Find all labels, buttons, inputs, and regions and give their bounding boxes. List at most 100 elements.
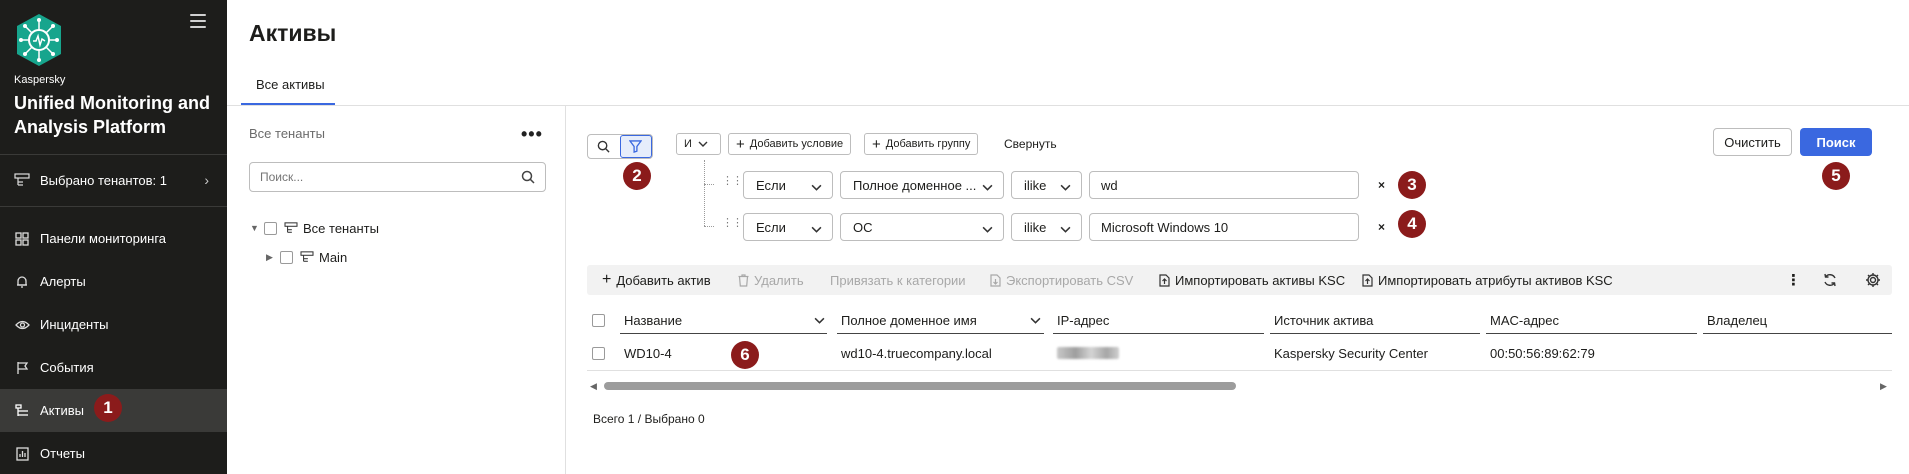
more-options-icon[interactable]: ••• <box>521 124 543 145</box>
tree-search-input[interactable] <box>250 163 500 191</box>
scrollbar-thumb[interactable] <box>604 382 1236 390</box>
condition-operator-value: ilike <box>1024 177 1047 193</box>
chevron-down-icon <box>982 221 993 236</box>
dashboard-icon <box>14 231 30 247</box>
chevron-right-icon: › <box>204 172 209 188</box>
checkbox[interactable] <box>592 313 605 327</box>
column-header-mac[interactable]: MAC-адрес <box>1490 307 1559 333</box>
tenant-icon <box>283 220 299 236</box>
add-asset-label: Добавить актив <box>616 272 711 288</box>
condition-1-field[interactable]: Полное доменное ... <box>840 171 1004 199</box>
condition-1-prefix[interactable]: Если <box>743 171 833 199</box>
caret-right-icon[interactable]: ▶ <box>266 252 280 263</box>
tenant-icon <box>299 249 315 265</box>
tenant-selector-label: Выбрано тенантов: 1 <box>40 172 167 188</box>
scroll-left-icon[interactable]: ◀ <box>590 381 597 392</box>
row-checkbox[interactable] <box>592 343 611 363</box>
sidebar-item-reports[interactable]: Отчеты <box>0 432 227 474</box>
plus-icon: + <box>602 271 612 288</box>
sidebar-item-label: Алерты <box>40 274 86 289</box>
add-condition-label: Добавить условие <box>749 138 844 150</box>
condition-2-operator[interactable]: ilike <box>1011 213 1082 241</box>
column-divider <box>1486 333 1697 334</box>
cell-mac: 00:50:56:89:62:79 <box>1490 345 1595 361</box>
drag-handle-icon[interactable]: ⋮⋮ <box>722 216 743 229</box>
more-actions-icon[interactable]: ⋮ <box>1786 265 1801 295</box>
condition-operator-value: ilike <box>1024 219 1047 235</box>
condition-connector <box>704 226 714 227</box>
collapse-link[interactable]: Свернуть <box>1004 137 1057 151</box>
tree-search[interactable] <box>249 162 546 192</box>
column-header-source[interactable]: Источник актива <box>1274 307 1373 333</box>
add-asset-button[interactable]: + Добавить актив <box>602 265 711 295</box>
condition-2-prefix[interactable]: Если <box>743 213 833 241</box>
sidebar-item-alerts[interactable]: Алерты <box>0 260 227 303</box>
add-group-button[interactable]: + Добавить группу <box>864 133 979 155</box>
cell-name[interactable]: WD10-4 <box>624 343 672 363</box>
file-import-icon <box>1159 273 1170 287</box>
simple-search-button[interactable] <box>588 135 620 158</box>
bell-icon <box>14 274 30 290</box>
chevron-down-icon <box>982 179 993 194</box>
sort-chevron-icon[interactable] <box>1030 307 1041 333</box>
column-header-ip[interactable]: IP-адрес <box>1057 307 1109 333</box>
checkbox[interactable] <box>592 346 605 360</box>
condition-2-field[interactable]: ОС <box>840 213 1004 241</box>
logic-operator-value: И <box>684 138 692 150</box>
caret-down-icon[interactable]: ▼ <box>250 223 264 233</box>
sidebar-item-events[interactable]: События <box>0 346 227 389</box>
chevron-down-icon <box>811 221 822 236</box>
column-divider <box>1053 333 1264 334</box>
panel-divider <box>565 106 566 474</box>
condition-field-value: ОС <box>853 219 873 235</box>
condition-prefix-value: Если <box>756 219 786 235</box>
sort-chevron-icon[interactable] <box>814 307 825 333</box>
column-divider <box>620 333 827 334</box>
delete-button[interactable]: Удалить <box>738 265 804 295</box>
column-header-fqdn[interactable]: Полное доменное имя <box>841 307 977 333</box>
tab-all-assets[interactable]: Все активы <box>241 77 340 105</box>
hamburger-menu-icon[interactable] <box>190 14 206 28</box>
remove-condition-icon[interactable]: × <box>1378 220 1385 234</box>
filter-builder-button[interactable] <box>619 135 652 158</box>
tree-node-main[interactable]: ▶ Main <box>266 249 347 265</box>
tree-node-all-tenants[interactable]: ▼ Все тенанты <box>250 220 379 236</box>
assets-icon <box>14 403 30 419</box>
column-header-owner[interactable]: Владелец <box>1707 307 1767 333</box>
sidebar-item-label: Инциденты <box>40 317 109 332</box>
export-csv-button[interactable]: Экспортировать CSV <box>990 265 1133 295</box>
select-all-checkbox[interactable] <box>592 307 611 333</box>
condition-1-operator[interactable]: ilike <box>1011 171 1082 199</box>
sidebar-item-dashboards[interactable]: Панели мониторинга <box>0 217 227 260</box>
scroll-right-icon[interactable]: ▶ <box>1880 381 1887 392</box>
chevron-down-icon <box>698 138 708 150</box>
sidebar-item-label: Отчеты <box>40 446 85 461</box>
callout-badge: 5 <box>1822 162 1850 190</box>
import-ksc-assets-button[interactable]: Импортировать активы KSC <box>1159 265 1345 295</box>
column-divider <box>837 333 1044 334</box>
condition-field-value: Полное доменное ... <box>853 177 977 193</box>
search-button[interactable]: Поиск <box>1800 128 1872 156</box>
condition-1-value-input[interactable]: wd <box>1089 171 1359 199</box>
gear-icon[interactable] <box>1865 265 1881 295</box>
column-header-name[interactable]: Название <box>624 307 682 333</box>
add-condition-button[interactable]: + Добавить условие <box>728 133 852 155</box>
tree-node-checkbox[interactable] <box>280 250 293 264</box>
app-root: Kaspersky Unified Monitoring and Analysi… <box>0 0 1909 474</box>
selection-count: Всего 1 / Выбрано 0 <box>593 412 705 426</box>
cell-source: Kaspersky Security Center <box>1274 345 1428 361</box>
import-ksc-attributes-button[interactable]: Импортировать атрибуты активов KSC <box>1362 265 1613 295</box>
remove-condition-icon[interactable]: × <box>1378 178 1385 192</box>
logic-operator-select[interactable]: И <box>676 133 721 155</box>
clear-button[interactable]: Очистить <box>1713 128 1792 156</box>
drag-handle-icon[interactable]: ⋮⋮ <box>722 174 743 187</box>
plus-icon: + <box>872 135 881 153</box>
link-category-button[interactable]: Привязать к категории <box>830 265 966 295</box>
sidebar-item-incidents[interactable]: Инциденты <box>0 303 227 346</box>
condition-2-value-input[interactable]: Microsoft Windows 10 <box>1089 213 1359 241</box>
tenant-selector[interactable]: Выбрано тенантов: 1 › <box>0 164 227 196</box>
refresh-icon[interactable] <box>1823 265 1837 295</box>
sidebar-item-label: Активы <box>40 403 84 418</box>
search-icon[interactable] <box>521 170 535 187</box>
tree-node-checkbox[interactable] <box>264 221 277 235</box>
